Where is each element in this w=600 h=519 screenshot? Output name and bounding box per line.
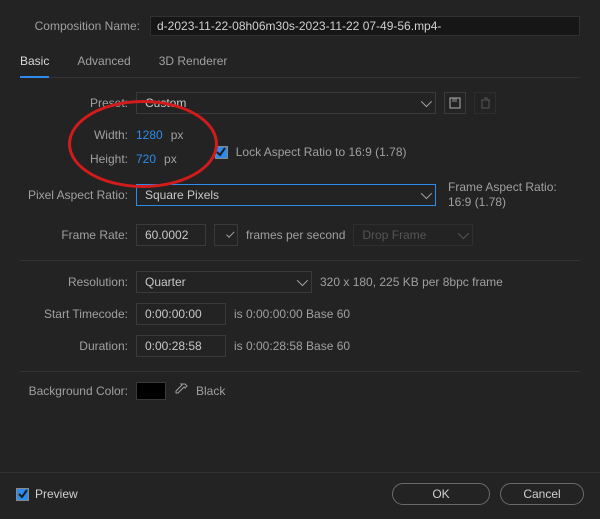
start-timecode-label: Start Timecode: [20, 307, 128, 321]
start-timecode-input[interactable]: 0:00:00:00 [136, 303, 226, 325]
drop-frame-value: Drop Frame [362, 228, 426, 242]
delete-preset-button[interactable] [474, 92, 496, 114]
duration-input[interactable]: 0:00:28:58 [136, 335, 226, 357]
resolution-label: Resolution: [20, 275, 128, 289]
preview-label: Preview [35, 487, 78, 501]
height-label: Height: [20, 152, 128, 166]
composition-name-input[interactable] [150, 16, 580, 36]
chevron-down-icon [421, 188, 432, 199]
chevron-down-icon [297, 275, 308, 286]
resolution-value: Quarter [145, 275, 186, 289]
bg-color-label: Background Color: [20, 384, 128, 398]
save-preset-button[interactable] [444, 92, 466, 114]
duration-label: Duration: [20, 339, 128, 353]
frame-rate-value: 60.0002 [145, 228, 188, 242]
width-value[interactable]: 1280 [136, 128, 163, 142]
resolution-select[interactable]: Quarter [136, 271, 312, 293]
tab-3d-renderer[interactable]: 3D Renderer [159, 50, 228, 77]
fps-label: frames per second [246, 228, 345, 242]
drop-frame-select: Drop Frame [353, 224, 473, 246]
bg-color-swatch[interactable] [136, 382, 166, 400]
width-label: Width: [20, 128, 128, 142]
duration-value: 0:00:28:58 [145, 339, 202, 353]
preset-label: Preset: [20, 96, 128, 110]
pixel-aspect-value: Square Pixels [145, 188, 219, 202]
ok-button[interactable]: OK [392, 483, 490, 505]
tab-basic[interactable]: Basic [20, 50, 49, 78]
chevron-down-icon [421, 96, 432, 107]
start-timecode-hint: is 0:00:00:00 Base 60 [234, 307, 350, 321]
width-unit: px [171, 128, 184, 142]
lock-aspect-label: Lock Aspect Ratio to 16:9 (1.78) [236, 145, 407, 159]
preset-value: Custom [145, 96, 186, 110]
bg-color-name: Black [196, 384, 225, 398]
frame-rate-input[interactable]: 60.0002 [136, 224, 206, 246]
height-unit: px [164, 152, 177, 166]
dialog-footer: Preview OK Cancel [0, 472, 600, 519]
frame-aspect-label: Frame Aspect Ratio: [448, 180, 557, 195]
frame-rate-label: Frame Rate: [20, 228, 128, 242]
tabs: Basic Advanced 3D Renderer [20, 50, 580, 78]
duration-hint: is 0:00:28:58 Base 60 [234, 339, 350, 353]
resolution-hint: 320 x 180, 225 KB per 8bpc frame [320, 275, 503, 289]
eyedropper-icon[interactable] [174, 383, 188, 400]
pixel-aspect-label: Pixel Aspect Ratio: [20, 188, 128, 202]
cancel-button[interactable]: Cancel [500, 483, 584, 505]
preset-select[interactable]: Custom [136, 92, 436, 114]
chevron-down-icon [458, 228, 469, 239]
frame-aspect-value: 16:9 (1.78) [448, 195, 557, 210]
start-timecode-value: 0:00:00:00 [145, 307, 202, 321]
lock-aspect-checkbox[interactable] [215, 146, 228, 159]
composition-name-label: Composition Name: [20, 19, 140, 33]
frame-rate-dropdown[interactable] [214, 224, 238, 246]
tab-advanced[interactable]: Advanced [77, 50, 130, 77]
chevron-down-icon [226, 229, 234, 237]
height-value[interactable]: 720 [136, 152, 156, 166]
pixel-aspect-select[interactable]: Square Pixels [136, 184, 436, 206]
preview-checkbox[interactable] [16, 488, 29, 501]
